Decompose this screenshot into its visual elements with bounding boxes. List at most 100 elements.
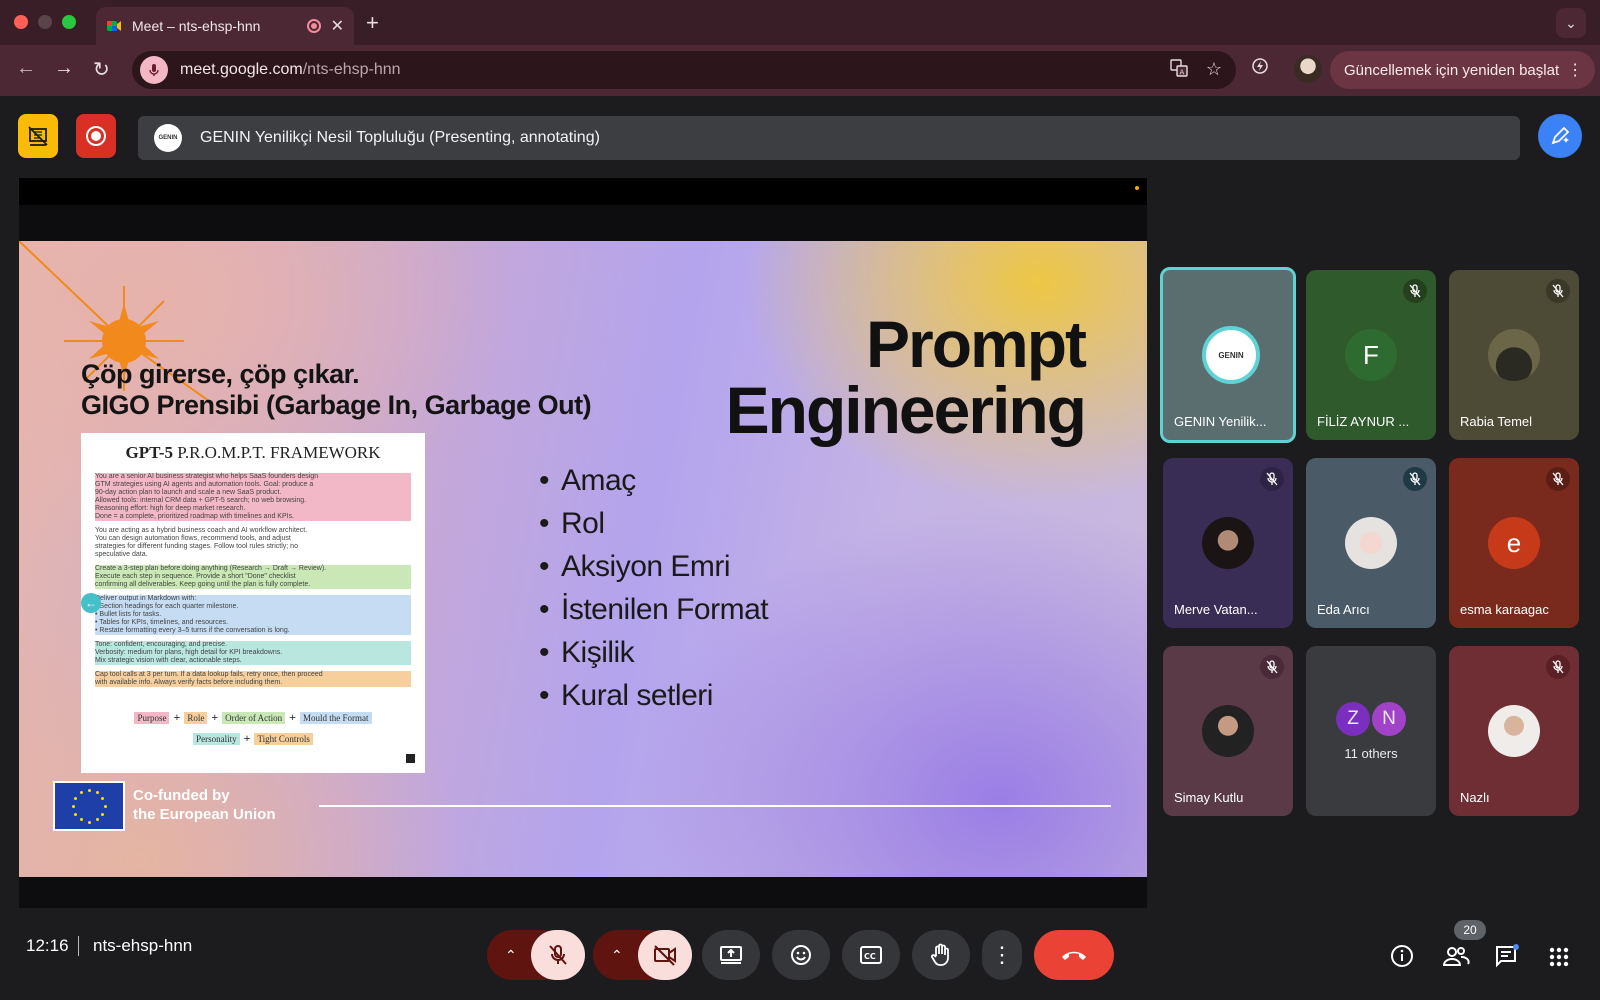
framework-block: You are acting as a hybrid business coac… (95, 527, 411, 559)
framework-logo-mark (406, 754, 415, 763)
leave-call-button[interactable] (1034, 930, 1114, 980)
raise-hand-button[interactable] (912, 930, 970, 980)
more-vert-icon: ⋮ (991, 942, 1013, 967)
participant-tile[interactable]: e esma karaagac (1449, 458, 1579, 628)
recording-button[interactable] (76, 114, 116, 158)
framework-line: • Bullet lists for tasks. (95, 611, 411, 619)
tab-close-icon[interactable]: ✕ (331, 16, 344, 36)
captions-button[interactable]: CC (842, 930, 900, 980)
bullet-item: Aksiyon Emri (539, 545, 768, 588)
framework-line: confirming all deliverables. Keep going … (95, 581, 411, 589)
framework-line: Execute each step in sequence. Provide a… (95, 573, 411, 581)
participant-tile[interactable]: Nazlı (1449, 646, 1579, 816)
mic-off-icon (1403, 279, 1427, 303)
framework-line: Create a 3-step plan before doing anythi… (95, 565, 411, 573)
eu-star (101, 796, 105, 800)
microphone-toggle-button[interactable] (531, 930, 585, 980)
slide-back-arrow-icon[interactable]: ← (81, 593, 101, 613)
microphone-in-use-icon[interactable] (140, 56, 168, 84)
presentation-stage: Çöp girerse, çöp çıkar. GIGO Prensibi (G… (19, 178, 1147, 908)
activities-button[interactable] (1548, 946, 1570, 973)
browser-menu-icon[interactable]: ⋮ (1567, 60, 1583, 80)
framework-block: Tone: confident, encouraging, and precis… (95, 641, 411, 665)
reload-button[interactable]: ↻ (93, 57, 110, 82)
window-close-button[interactable] (14, 15, 28, 29)
participant-name: Nazlı (1460, 790, 1490, 805)
meeting-details-button[interactable] (1390, 944, 1414, 973)
meeting-code: nts-ehsp-hnn (93, 936, 193, 955)
window-minimize-button[interactable] (38, 15, 52, 29)
framework-line: • Tables for KPIs, timelines, and resour… (95, 619, 411, 627)
people-icon (1442, 947, 1470, 966)
framework-line: Mix strategic vision with clear, actiona… (95, 657, 411, 665)
framework-line: Deliver output in Markdown with: (95, 595, 411, 603)
update-restart-button[interactable]: Güncellemek için yeniden başlat ⋮ (1330, 51, 1596, 89)
back-button[interactable]: ← (16, 57, 36, 80)
profile-avatar[interactable] (1294, 55, 1322, 83)
others-tile[interactable]: Z N 11 others (1306, 646, 1436, 816)
framework-blocks: You are a senior AI business strategist … (95, 473, 411, 687)
bullet-item: Rol (539, 502, 768, 545)
framework-line: Cap tool calls at 3 per turn. If a data … (95, 671, 411, 679)
mic-off-icon (1546, 655, 1570, 679)
avatar (1488, 329, 1540, 381)
participant-tile[interactable]: Simay Kutlu (1163, 646, 1293, 816)
svg-text:A: A (1179, 69, 1184, 77)
bullet-item: Amaç (539, 459, 768, 502)
avatar: GENIN (1202, 326, 1260, 384)
eu-star (95, 818, 99, 822)
browser-tab-meet[interactable]: Meet – nts-ehsp-hnn ✕ (96, 7, 354, 45)
avatar (1202, 705, 1254, 757)
eu-star (73, 796, 77, 800)
eu-star (103, 804, 107, 808)
emoji-icon (791, 945, 811, 965)
mic-off-icon (1403, 467, 1427, 491)
chevron-up-icon: ⌃ (611, 946, 623, 963)
participant-tile[interactable]: Rabia Temel (1449, 270, 1579, 440)
framework-title: GPT-5 P.R.O.M.P.T. FRAMEWORK (125, 443, 381, 462)
present-screen-button[interactable] (702, 930, 760, 980)
framework-line: strategies for different funding stages.… (95, 543, 298, 550)
participant-tile[interactable]: Merve Vatan... (1163, 458, 1293, 628)
forward-button[interactable]: → (54, 57, 74, 80)
browser-toolbar: ← → ↻ meet.google.com/nts-ehsp-hnn A ☆ G… (0, 45, 1600, 96)
address-bar[interactable]: meet.google.com/nts-ehsp-hnn A ☆ (132, 51, 1236, 89)
participant-tile[interactable]: F FİLİZ AYNUR ... (1306, 270, 1436, 440)
camera-toggle-button[interactable] (638, 930, 692, 980)
framework-line: You are a senior AI business strategist … (95, 473, 411, 481)
annotate-pen-button[interactable] (1538, 114, 1582, 158)
reactions-button[interactable] (772, 930, 830, 980)
bullet-item: Kural setleri (539, 674, 768, 717)
mic-off-icon (1260, 467, 1284, 491)
people-button[interactable] (1442, 944, 1470, 973)
framework-line: 90-day action plan to launch and scale a… (95, 489, 411, 497)
bookmark-star-icon[interactable]: ☆ (1206, 59, 1222, 82)
participant-tile[interactable]: GENIN GENIN Yenilik... (1160, 267, 1296, 443)
meeting-time: 12:16 (26, 936, 69, 955)
eu-star (87, 820, 91, 824)
url-text: meet.google.com/nts-ehsp-hnn (180, 61, 401, 78)
framework-block: You are a senior AI business strategist … (95, 473, 411, 521)
info-icon (1391, 945, 1413, 967)
chat-button[interactable] (1494, 944, 1520, 973)
framework-line: Done = a complete, prioritized roadmap w… (95, 513, 411, 521)
window-zoom-button[interactable] (62, 15, 76, 29)
framework-block: Deliver output in Markdown with: • Sectio… (95, 595, 411, 635)
participant-name: Eda Arıcı (1317, 602, 1370, 617)
new-tab-button[interactable]: + (366, 10, 379, 36)
participant-tile[interactable]: Eda Arıcı (1306, 458, 1436, 628)
tab-search-button[interactable]: ⌄ (1556, 8, 1586, 38)
meet-control-bar: 12:16 nts-ehsp-hnn ⌃ ⌃ CC ⋮ 20 (0, 908, 1600, 1000)
eu-star (101, 812, 105, 816)
presenter-banner-text: GENIN Yenilikçi Nesil Topluluğu (Present… (200, 129, 600, 146)
mic-off-icon (549, 945, 567, 965)
slide: Çöp girerse, çöp çıkar. GIGO Prensibi (G… (19, 241, 1147, 877)
stop-presenting-button[interactable] (18, 114, 58, 158)
browser-tab-bar: Meet – nts-ehsp-hnn ✕ + ⌄ (0, 0, 1600, 45)
extension-icon[interactable] (1251, 57, 1269, 80)
framework-tags: Purpose + Role + Order of Action + Mould the F… (95, 707, 411, 749)
more-options-button[interactable]: ⋮ (982, 930, 1022, 980)
framework-line: Reasoning effort: high for deep market r… (95, 505, 411, 513)
translate-icon[interactable]: A (1170, 59, 1188, 82)
captions-icon: CC (860, 946, 882, 964)
